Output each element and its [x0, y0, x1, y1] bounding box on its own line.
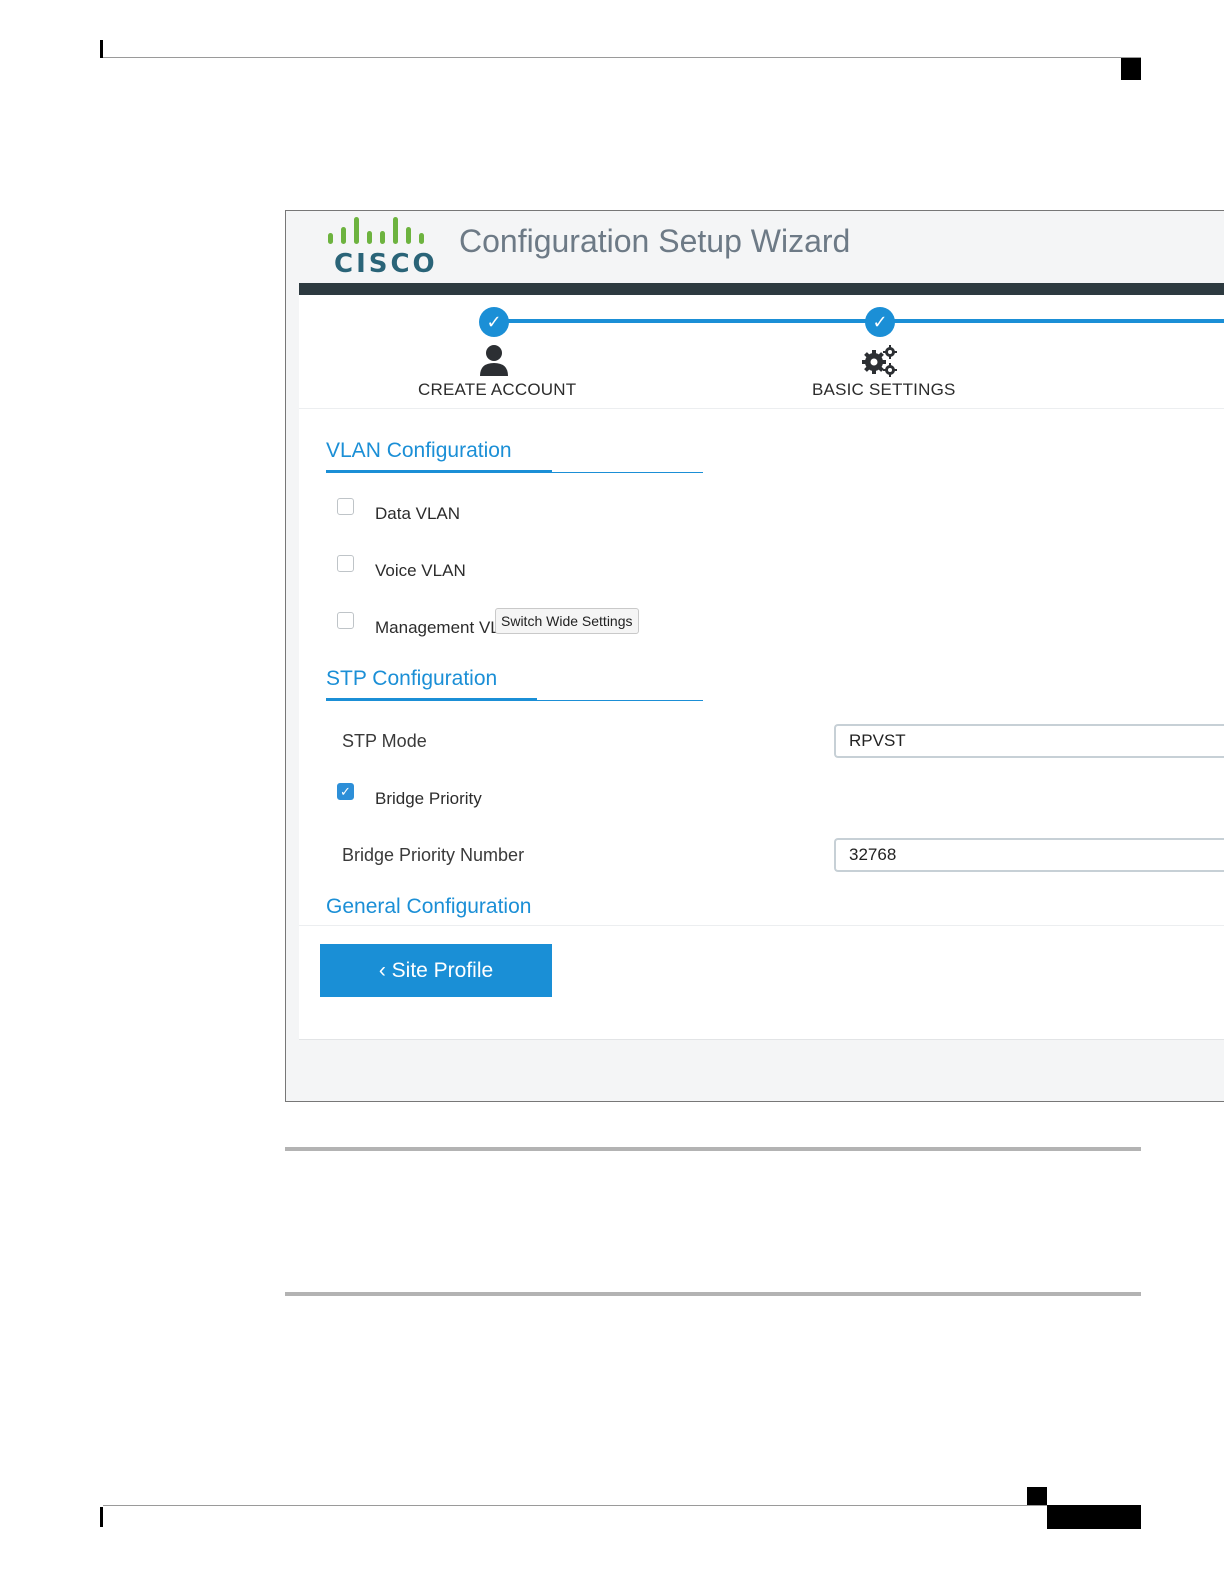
- site-profile-back-button[interactable]: ‹ Site Profile: [320, 944, 552, 997]
- stepper-progress-line-next: [881, 319, 1224, 323]
- user-icon: [474, 344, 514, 378]
- header-corner-block: [1121, 58, 1141, 80]
- general-configuration-heading: General Configuration: [326, 895, 532, 918]
- step-create-account-check-icon[interactable]: ✓: [479, 307, 509, 337]
- bridge-priority-label: Bridge Priority: [375, 789, 482, 808]
- general-heading-divider: [299, 925, 1224, 926]
- voice-vlan-checkbox[interactable]: [337, 555, 354, 572]
- voice-vlan-label: Voice VLAN: [375, 561, 466, 580]
- step-create-account-label: CREATE ACCOUNT: [418, 380, 577, 399]
- footer-page-tab: [1047, 1505, 1141, 1529]
- cisco-logo-bars-icon: [328, 217, 424, 244]
- footer-rule: [103, 1505, 1141, 1506]
- step-basic-settings-label: BASIC SETTINGS: [812, 380, 956, 399]
- section-separator-top: [285, 1147, 1141, 1151]
- management-vlan-checkbox[interactable]: [337, 612, 354, 629]
- step-basic-settings-check-icon[interactable]: ✓: [865, 307, 895, 337]
- wizard-screenshot: CISCO Configuration Setup Wizard ✓ ✓ CRE…: [285, 210, 1224, 1102]
- gears-icon: [860, 344, 900, 378]
- stp-heading-underline-accent: [326, 698, 537, 701]
- cisco-logo: CISCO: [326, 215, 435, 279]
- bridge-priority-number-input[interactable]: 32768: [834, 838, 1224, 872]
- stepper-divider: [299, 408, 1224, 409]
- section-separator-bottom: [285, 1292, 1141, 1296]
- footer-tick-mark: [100, 1507, 103, 1527]
- cisco-logo-text: CISCO: [334, 249, 438, 279]
- header-tick-mark: [100, 40, 103, 58]
- vlan-heading-underline-accent: [326, 470, 552, 473]
- stp-configuration-heading: STP Configuration: [326, 667, 498, 690]
- data-vlan-checkbox[interactable]: [337, 498, 354, 515]
- footer-corner-block-small: [1027, 1487, 1047, 1505]
- stepper-progress-line: [494, 319, 881, 323]
- bridge-priority-checkbox[interactable]: ✓: [337, 783, 354, 800]
- wizard-header-bar: [299, 283, 1224, 295]
- stp-mode-select[interactable]: RPVST: [834, 724, 1224, 758]
- wizard-title: Configuration Setup Wizard: [459, 223, 851, 259]
- management-vlan-label: Management VL: [375, 618, 500, 637]
- switch-wide-settings-tooltip: Switch Wide Settings: [495, 608, 639, 634]
- bridge-priority-number-label: Bridge Priority Number: [342, 845, 525, 865]
- data-vlan-label: Data VLAN: [375, 504, 461, 523]
- vlan-configuration-heading: VLAN Configuration: [326, 439, 512, 462]
- header-rule: [103, 57, 1141, 58]
- stp-mode-label: STP Mode: [342, 731, 427, 751]
